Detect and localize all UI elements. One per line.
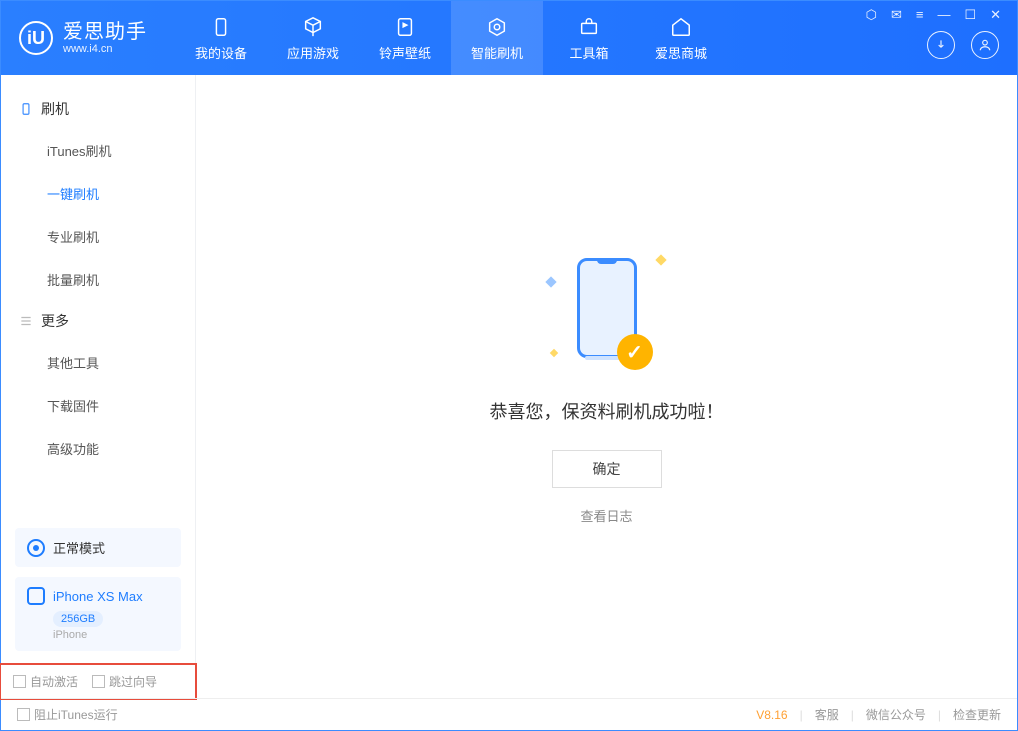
sidebar-item-pro-flash[interactable]: 专业刷机	[1, 215, 195, 258]
tab-store[interactable]: 爱思商城	[635, 1, 727, 75]
tab-label: 铃声壁纸	[379, 43, 431, 62]
checkbox-icon	[92, 675, 105, 688]
close-icon[interactable]: ✕	[990, 7, 1001, 23]
logo-text: 爱思助手 www.i4.cn	[63, 21, 147, 55]
tab-label: 智能刷机	[471, 43, 523, 62]
header-circle-buttons	[927, 31, 1005, 75]
sidebar-item-other-tools[interactable]: 其他工具	[1, 341, 195, 384]
checkbox-label: 自动激活	[30, 673, 78, 690]
device-name: iPhone XS Max	[53, 589, 143, 604]
version-label: V8.16	[756, 708, 787, 722]
checkbox-skip-guide[interactable]: 跳过向导	[92, 673, 157, 690]
ok-button[interactable]: 确定	[552, 450, 662, 488]
skin-icon[interactable]: ⬡	[866, 7, 877, 23]
maximize-icon[interactable]: ☐	[964, 7, 976, 23]
phone-notch-icon	[597, 258, 617, 264]
device-icon	[209, 15, 233, 39]
footer: 阻止iTunes运行 V8.16 | 客服 | 微信公众号 | 检查更新	[1, 698, 1017, 730]
check-badge-icon: ✓	[617, 334, 653, 370]
checkbox-label: 阻止iTunes运行	[34, 706, 118, 723]
app-subtitle: www.i4.cn	[63, 43, 147, 55]
sparkle-icon	[545, 276, 556, 287]
sidebar-item-batch-flash[interactable]: 批量刷机	[1, 258, 195, 301]
tab-my-device[interactable]: 我的设备	[175, 1, 267, 75]
footer-right: V8.16 | 客服 | 微信公众号 | 检查更新	[756, 706, 1001, 723]
sidebar-item-oneclick-flash[interactable]: 一键刷机	[1, 172, 195, 215]
sidebar-item-advanced[interactable]: 高级功能	[1, 427, 195, 470]
app-header: iU 爱思助手 www.i4.cn 我的设备 应用游戏 铃声壁纸 智能刷机 工具…	[1, 1, 1017, 75]
tab-smart-flash[interactable]: 智能刷机	[451, 1, 543, 75]
body: 刷机 iTunes刷机 一键刷机 专业刷机 批量刷机 更多 其他工具 下载固件 …	[1, 75, 1017, 698]
sidebar-bottom-options: 自动激活 跳过向导	[0, 663, 197, 700]
sidebar: 刷机 iTunes刷机 一键刷机 专业刷机 批量刷机 更多 其他工具 下载固件 …	[1, 75, 196, 698]
nav-tabs: 我的设备 应用游戏 铃声壁纸 智能刷机 工具箱 爱思商城	[175, 1, 727, 75]
view-log-link[interactable]: 查看日志	[580, 506, 632, 525]
logo[interactable]: iU 爱思助手 www.i4.cn	[1, 21, 165, 55]
list-icon	[19, 314, 33, 328]
group-title: 更多	[41, 311, 69, 331]
refresh-icon	[485, 15, 509, 39]
menu-icon[interactable]: ≡	[916, 7, 924, 23]
group-title: 刷机	[41, 99, 69, 119]
device-box[interactable]: iPhone XS Max 256GB iPhone	[15, 577, 181, 651]
music-icon	[393, 15, 417, 39]
divider: |	[938, 708, 941, 722]
mode-icon	[27, 539, 45, 557]
tab-toolbox[interactable]: 工具箱	[543, 1, 635, 75]
feedback-icon[interactable]: ✉	[891, 7, 902, 23]
device-icon	[27, 587, 45, 605]
tab-label: 应用游戏	[287, 43, 339, 62]
tab-label: 工具箱	[569, 43, 608, 62]
checkbox-block-itunes[interactable]: 阻止iTunes运行	[17, 706, 118, 723]
checkbox-icon	[13, 675, 26, 688]
mode-label: 正常模式	[53, 538, 105, 557]
success-message: 恭喜您，保资料刷机成功啦！	[490, 398, 724, 424]
footer-left: 阻止iTunes运行	[17, 706, 118, 723]
home-icon	[669, 15, 693, 39]
sidebar-scroll: 刷机 iTunes刷机 一键刷机 专业刷机 批量刷机 更多 其他工具 下载固件 …	[1, 75, 195, 528]
sidebar-group-flash: 刷机	[1, 89, 195, 129]
success-illustration: ✓	[537, 248, 677, 378]
divider: |	[800, 708, 803, 722]
main-content: ✓ 恭喜您，保资料刷机成功啦！ 确定 查看日志	[196, 75, 1017, 698]
toolbox-icon	[577, 15, 601, 39]
tab-label: 爱思商城	[655, 43, 707, 62]
footer-link-update[interactable]: 检查更新	[953, 706, 1001, 723]
sidebar-item-download-firmware[interactable]: 下载固件	[1, 384, 195, 427]
checkbox-icon	[17, 708, 30, 721]
user-button[interactable]	[971, 31, 999, 59]
footer-link-wechat[interactable]: 微信公众号	[866, 706, 926, 723]
logo-icon: iU	[19, 21, 53, 55]
checkbox-label: 跳过向导	[109, 673, 157, 690]
header-right: ⬡ ✉ ≡ — ☐ ✕	[866, 1, 1005, 75]
sidebar-group-more: 更多	[1, 301, 195, 341]
download-button[interactable]	[927, 31, 955, 59]
sparkle-icon	[549, 349, 557, 357]
tab-apps-games[interactable]: 应用游戏	[267, 1, 359, 75]
mode-box[interactable]: 正常模式	[15, 528, 181, 567]
cube-icon	[301, 15, 325, 39]
device-capacity: 256GB	[53, 611, 103, 627]
phone-icon	[19, 102, 33, 116]
divider: |	[851, 708, 854, 722]
app-title: 爱思助手	[63, 21, 147, 43]
tab-label: 我的设备	[195, 43, 247, 62]
device-type: iPhone	[53, 629, 169, 641]
sidebar-item-itunes-flash[interactable]: iTunes刷机	[1, 129, 195, 172]
tab-ringtone-wallpaper[interactable]: 铃声壁纸	[359, 1, 451, 75]
footer-link-support[interactable]: 客服	[815, 706, 839, 723]
minimize-icon[interactable]: —	[937, 7, 950, 23]
checkbox-auto-activate[interactable]: 自动激活	[13, 673, 78, 690]
sparkle-icon	[655, 254, 666, 265]
window-controls: ⬡ ✉ ≡ — ☐ ✕	[866, 1, 1005, 23]
